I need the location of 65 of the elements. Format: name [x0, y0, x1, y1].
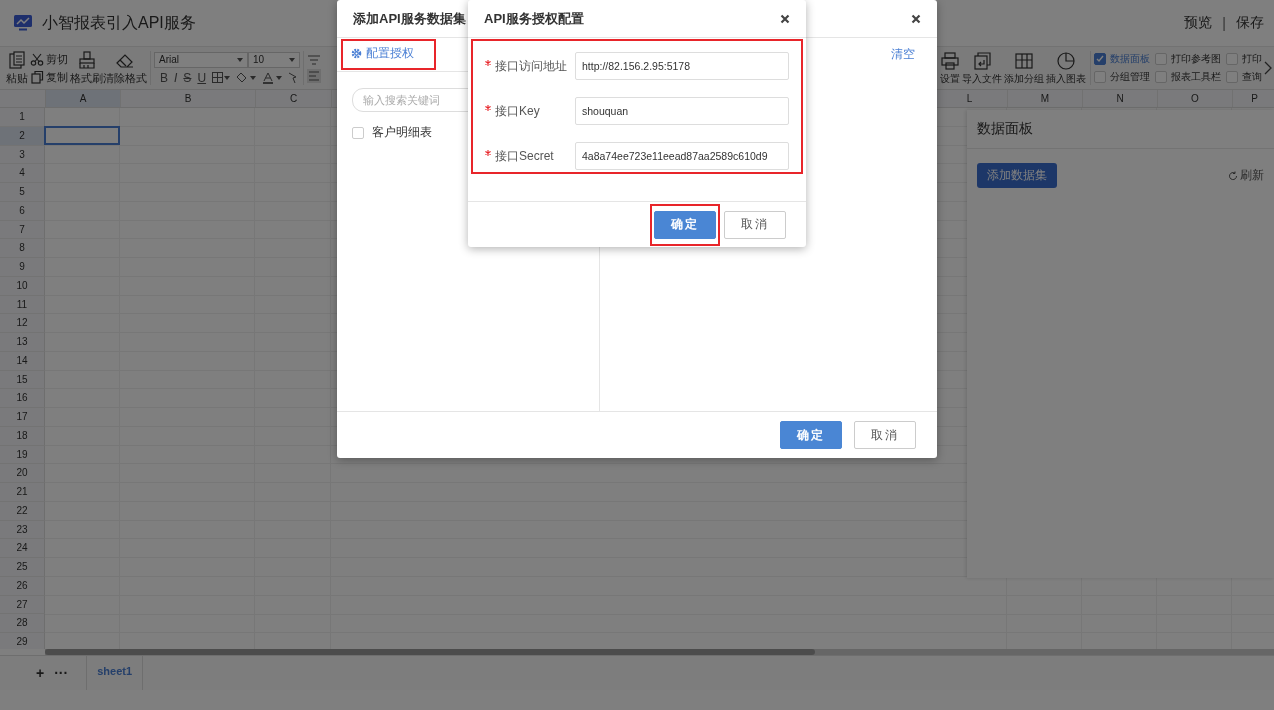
- input-field[interactable]: http://82.156.2.95:5178: [575, 52, 789, 80]
- row-header[interactable]: 17: [0, 408, 45, 427]
- row-header[interactable]: 25: [0, 558, 45, 577]
- add-dataset-button[interactable]: 添加数据集: [977, 163, 1057, 188]
- toolbar-button[interactable]: 格式刷: [70, 50, 103, 86]
- row-header[interactable]: 28: [0, 614, 45, 633]
- format-button[interactable]: S: [183, 70, 192, 85]
- row-header[interactable]: 13: [0, 333, 45, 352]
- confirm-button[interactable]: 确定: [780, 421, 842, 449]
- column-header[interactable]: C: [256, 90, 332, 107]
- toolbar-button[interactable]: 粘贴: [6, 50, 28, 86]
- toolbar-button[interactable]: 清除格式: [103, 50, 147, 86]
- toolbar-button[interactable]: 添加分组: [1003, 50, 1045, 86]
- row-header[interactable]: 21: [0, 483, 45, 502]
- toolbar-button[interactable]: 复制: [30, 69, 68, 85]
- row-header[interactable]: 12: [0, 314, 45, 333]
- sheet-action-button[interactable]: ···: [54, 665, 69, 681]
- dialog-title: API服务授权配置: [484, 9, 584, 28]
- header-link[interactable]: 保存: [1236, 14, 1264, 32]
- option-label: 分组管理: [1110, 70, 1150, 84]
- row-header[interactable]: 20: [0, 464, 45, 483]
- field-label: 接口访问地址: [485, 57, 575, 75]
- dialog-title: 添加API服务数据集: [353, 9, 466, 28]
- field-label: 接口Secret: [485, 147, 575, 165]
- row-header[interactable]: 29: [0, 633, 45, 649]
- input-field[interactable]: 4a8a74ee723e11eead87aa2589c610d9: [575, 142, 789, 170]
- toolbar-button[interactable]: 剪切: [30, 51, 68, 67]
- column-header[interactable]: O: [1158, 90, 1233, 107]
- option-label: 打印: [1242, 52, 1262, 66]
- format-button[interactable]: B: [160, 70, 168, 85]
- row-header[interactable]: 8: [0, 239, 45, 258]
- input-field[interactable]: shouquan: [575, 97, 789, 125]
- header-link[interactable]: 预览: [1184, 14, 1213, 32]
- clear-link[interactable]: 清空: [869, 38, 937, 68]
- row-header[interactable]: 9: [0, 258, 45, 277]
- option-label: 打印参考图: [1171, 52, 1221, 66]
- option-label: 报表工具栏: [1171, 70, 1221, 84]
- row-header[interactable]: 5: [0, 183, 45, 202]
- refresh-link[interactable]: 刷新: [1228, 167, 1264, 184]
- toolbar-button[interactable]: 插入图表: [1045, 50, 1087, 86]
- separator: |: [1222, 15, 1226, 31]
- font-size-select[interactable]: 10: [248, 51, 300, 68]
- row-header[interactable]: 1: [0, 108, 45, 127]
- confirm-button[interactable]: 确定: [654, 210, 716, 239]
- column-header[interactable]: A: [46, 90, 121, 107]
- configure-auth-link[interactable]: 配置授权: [351, 45, 414, 62]
- cancel-button[interactable]: 取消: [854, 421, 916, 449]
- column-header[interactable]: M: [1008, 90, 1083, 107]
- row-header[interactable]: 4: [0, 164, 45, 183]
- font-family-select[interactable]: Arial: [154, 51, 248, 68]
- row-header[interactable]: 24: [0, 539, 45, 558]
- column-header[interactable]: N: [1083, 90, 1158, 107]
- sheet-action-button[interactable]: +: [36, 665, 45, 681]
- format-button[interactable]: I: [174, 70, 178, 85]
- column-header[interactable]: P: [1233, 90, 1274, 107]
- column-header[interactable]: B: [121, 90, 256, 107]
- dataset-label[interactable]: 客户明细表: [372, 124, 432, 141]
- format-button[interactable]: U: [197, 70, 207, 85]
- option-label: 数据面板: [1110, 52, 1150, 66]
- row-header[interactable]: 16: [0, 389, 45, 408]
- option-label: 查询: [1242, 70, 1262, 84]
- toolbar-button[interactable]: 设置: [939, 50, 961, 86]
- cancel-button[interactable]: 取消: [724, 210, 786, 239]
- toolbar-button[interactable]: 导入文件: [961, 50, 1003, 86]
- app-title: 小智报表引入API服务: [42, 12, 196, 33]
